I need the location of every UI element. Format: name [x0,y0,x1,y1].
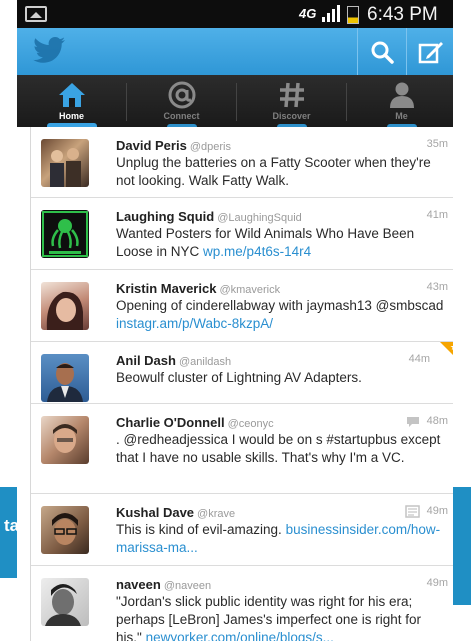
person-icon [389,82,414,108]
twitter-bird-icon[interactable] [31,36,67,66]
media-icon [405,505,420,518]
gallery-notification-icon [25,6,47,22]
home-icon [58,83,85,107]
tweet-text-content: . @redheadjessica I would be on s #start… [116,432,441,465]
tweet-text: Unplug the batteries on a Fatty Scooter … [116,154,446,190]
avatar[interactable] [41,416,89,464]
tweet-author-handle: @anildash [178,356,232,368]
tweet-author-name[interactable]: Laughing Squid [116,209,214,224]
compose-button[interactable] [407,28,453,75]
action-bar [17,28,453,75]
tweet-link[interactable]: instagr.am/p/Wabc-8kzpA/ [116,316,273,331]
tweet-item[interactable]: David Peris @dperis 35m Unplug the batter… [31,127,453,198]
tab-connect-label: Connect [163,111,200,121]
tweet-header: Anil Dash @anildash [116,352,231,370]
tab-me-label: Me [395,111,408,121]
avatar[interactable] [41,282,89,330]
avatar[interactable] [41,506,89,554]
tweet-timestamp: 35m [426,138,448,150]
tweet-header: David Peris @dperis [116,137,231,155]
tweet-author-handle: @naveen [163,580,212,592]
tweet-author-name[interactable]: Anil Dash [116,353,176,368]
status-bar: 4G 6:43 PM [17,0,453,28]
tweet-item[interactable]: naveen @naveen 49m "Jordan's slick public… [31,566,453,641]
compose-icon [418,41,443,63]
tweet-link[interactable]: wp.me/p4t6s-14r4 [203,244,311,259]
tab-bar: Home Connect Discover Me [17,75,453,127]
tweet-link[interactable]: newyorker.com/online/blogs/s... [146,630,334,641]
tweet-header: Kristin Maverick @kmaverick [116,280,280,298]
search-icon [371,41,394,64]
tweet-item[interactable]: Kristin Maverick @kmaverick 43m Opening o… [31,270,453,342]
tab-home-label: Home [58,111,84,121]
signal-strength-icon [322,5,340,22]
tweet-text-content: This is kind of evil-amazing. [116,522,286,537]
tweet-item[interactable]: Laughing Squid @LaughingSquid 41m Wanted … [31,198,453,270]
tweet-author-name[interactable]: Charlie O'Donnell [116,415,225,430]
tweet-header: Kushal Dave @krave [116,504,235,522]
tweet-timestamp: 48m [426,415,448,427]
tweet-author-name[interactable]: Kristin Maverick [116,281,216,296]
avatar[interactable] [41,139,89,187]
tweet-timestamp: 44m [408,353,430,365]
tweet-text-content: Beowulf cluster of Lightning AV Adapters… [116,370,362,385]
status-time: 6:43 PM [367,4,438,25]
tab-connect[interactable]: Connect [127,75,236,127]
tweet-author-handle: @ceonyc [227,418,274,430]
tweet-author-handle: @LaughingSquid [217,212,302,224]
tweet-timestamp: 43m [426,281,448,293]
conversation-icon [407,417,419,427]
tweet-text: Beowulf cluster of Lightning AV Adapters… [116,369,446,387]
tweet-author-handle: @kmaverick [219,284,281,296]
phone-screen: 4G 6:43 PM Home Connect Discover Me Davi… [17,0,453,641]
at-sign-icon [168,81,195,109]
tweet-timeline[interactable]: David Peris @dperis 35m Unplug the batter… [30,127,453,641]
search-button[interactable] [358,28,406,75]
tweet-text: This is kind of evil-amazing. businessin… [116,521,446,557]
tweet-item[interactable]: Anil Dash @anildash 44m Beowulf cluster o… [31,342,453,404]
tweet-text-content: Opening of cinderellabway with jaymash13… [116,298,444,313]
tweet-header: Laughing Squid @LaughingSquid [116,208,302,226]
tweet-text: "Jordan's slick public identity was righ… [116,593,446,641]
tweet-timestamp: 49m [426,577,448,589]
tweet-text-content: Unplug the batteries on a Fatty Scooter … [116,155,431,188]
avatar[interactable] [41,578,89,626]
tweet-timestamp: 49m [426,505,448,517]
avatar[interactable] [41,210,89,258]
tab-me[interactable]: Me [347,75,453,127]
tweet-item[interactable]: Kushal Dave @krave 49m This is kind of ev… [31,494,453,566]
tweet-author-handle: @dperis [189,141,231,153]
tweet-header: naveen @naveen [116,576,211,594]
tweet-text: . @redheadjessica I would be on s #start… [116,431,446,467]
tab-discover[interactable]: Discover [237,75,346,127]
avatar[interactable] [41,354,89,402]
tweet-item[interactable]: Charlie O'Donnell @ceonyc 48m . @redheadj… [31,404,453,494]
tweet-text: Wanted Posters for Wild Animals Who Have… [116,225,446,261]
tab-discover-label: Discover [272,111,311,121]
tweet-timestamp: 41m [426,209,448,221]
tweet-author-name[interactable]: David Peris [116,138,187,153]
tweet-author-name[interactable]: Kushal Dave [116,505,194,520]
network-type: 4G [299,6,317,21]
tab-home[interactable]: Home [17,75,126,127]
tweet-text: Opening of cinderellabway with jaymash13… [116,297,446,333]
star-icon: ★ [450,342,453,353]
tweet-author-name[interactable]: naveen [116,577,161,592]
tweet-author-handle: @krave [197,508,236,520]
hashtag-icon [279,82,304,108]
battery-icon [347,6,359,24]
tweet-header: Charlie O'Donnell @ceonyc [116,414,274,432]
